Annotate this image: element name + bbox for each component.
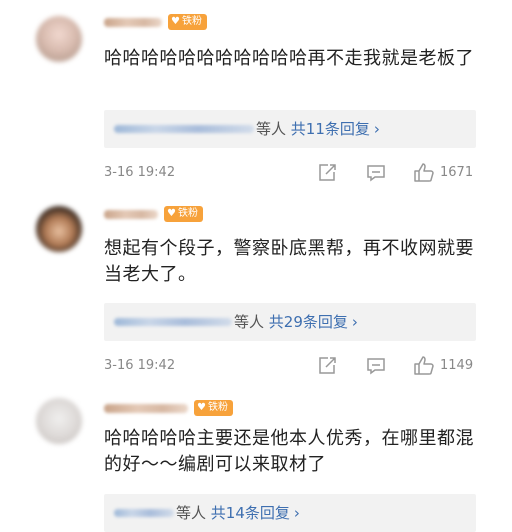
reply-usernames — [114, 509, 174, 517]
reply-summary[interactable]: 等人 共11条回复 › — [104, 110, 476, 148]
chevron-right-icon: › — [351, 313, 358, 331]
fan-badge: ♥ 铁粉 — [164, 206, 203, 222]
view-replies-link[interactable]: 共11条回复 › — [291, 120, 380, 138]
reply-summary[interactable]: 等人 共29条回复 › — [104, 303, 476, 341]
username[interactable] — [104, 210, 158, 219]
comment-text: 哈哈哈哈哈主要还是他本人优秀，在哪里都混的好～～编剧可以来取材了 — [104, 428, 474, 475]
comment-meta: 3-16 19:42 1149 — [104, 354, 484, 378]
like-icon[interactable] — [412, 354, 436, 378]
comment-icon[interactable] — [364, 161, 388, 185]
username[interactable] — [104, 18, 162, 27]
chevron-right-icon: › — [293, 504, 300, 522]
reply-usernames — [114, 125, 254, 133]
reply-usernames — [114, 318, 232, 326]
like-count: 1671 — [440, 165, 474, 180]
share-icon[interactable] — [315, 161, 339, 185]
comment-text: 想起有个段子，警察卧底黑帮，再不收网就要当老大了。 — [104, 238, 474, 285]
fan-badge: ♥ 铁粉 — [194, 400, 233, 416]
avatar[interactable] — [36, 206, 82, 252]
username[interactable] — [104, 404, 188, 413]
heart-icon: ♥ — [197, 402, 206, 413]
share-icon[interactable] — [315, 354, 339, 378]
comment-text: 哈哈哈哈哈哈哈哈哈哈哈再不走我就是老板了 — [104, 48, 474, 69]
timestamp: 3-16 19:42 — [104, 165, 176, 180]
comment-icon[interactable] — [364, 354, 388, 378]
view-replies-link[interactable]: 共14条回复 › — [211, 504, 300, 522]
view-replies-link[interactable]: 共29条回复 › — [269, 313, 358, 331]
comment-meta: 3-16 19:42 1671 — [104, 161, 484, 185]
fan-badge: ♥ 铁粉 — [168, 14, 207, 30]
timestamp: 3-16 19:42 — [104, 358, 176, 373]
heart-icon: ♥ — [171, 16, 180, 27]
avatar[interactable] — [36, 398, 82, 444]
reply-summary[interactable]: 等人 共14条回复 › — [104, 494, 476, 532]
heart-icon: ♥ — [167, 208, 176, 219]
like-icon[interactable] — [412, 161, 436, 185]
chevron-right-icon: › — [373, 120, 380, 138]
avatar[interactable] — [36, 16, 82, 62]
like-count: 1149 — [440, 358, 474, 373]
